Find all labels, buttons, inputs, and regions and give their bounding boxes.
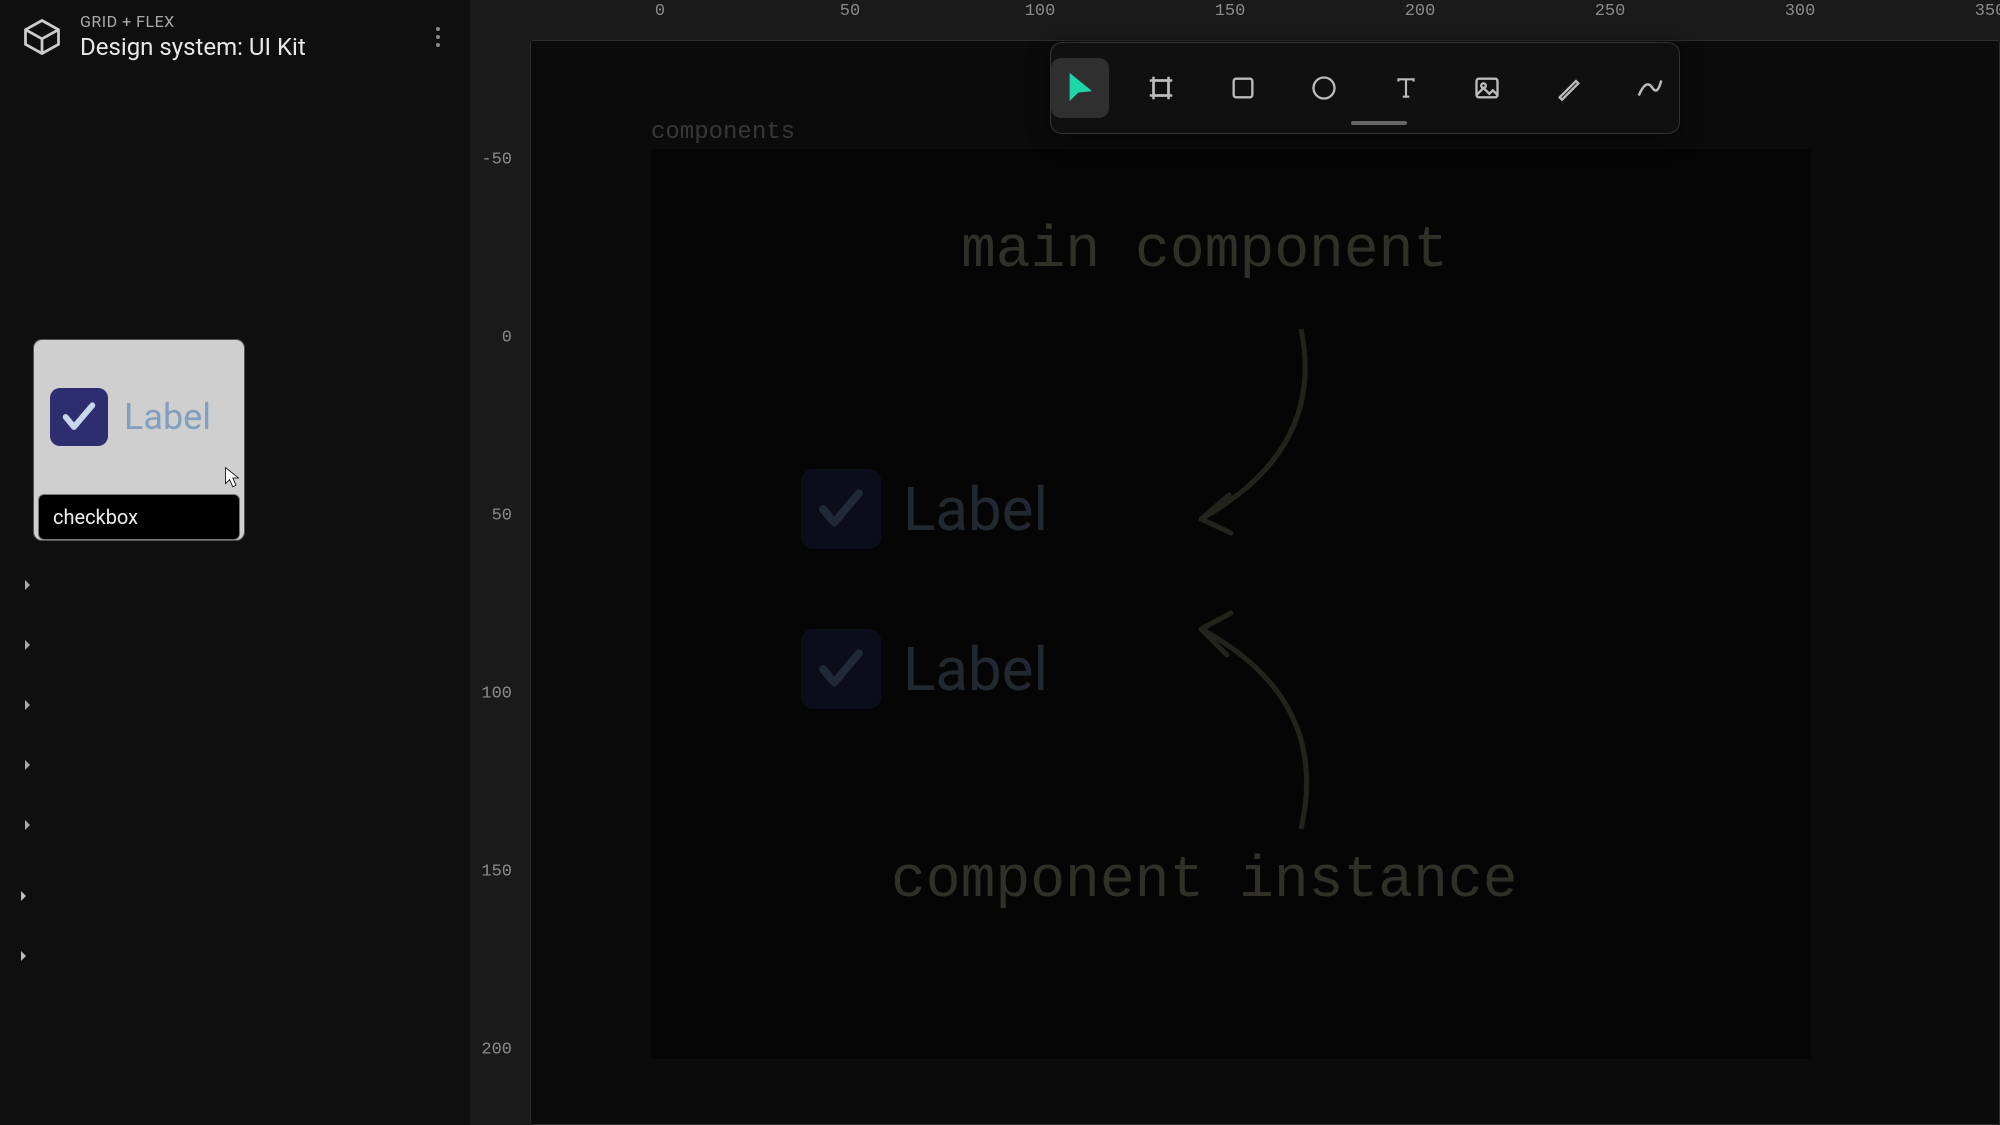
check-icon [814,642,868,696]
ruler-tick: 350 [1975,2,2000,21]
pen-tool[interactable] [1540,58,1598,118]
sample-label: Label [903,474,1048,545]
heading-main-component: main component [961,219,1448,284]
ruler-tick: 200 [481,1041,512,1060]
checkbox-sample-instance[interactable]: Label [801,629,1048,709]
project-titles: GRID + FLEX Design system: UI Kit [80,12,406,61]
canvas[interactable]: components main component component inst… [530,40,2000,1125]
ruler-tick: 150 [481,863,512,882]
card-preview: Label [34,340,244,494]
ruler-tick: 50 [492,507,512,526]
chevron-right-icon [13,817,37,831]
toolbar-drag-handle[interactable] [1351,121,1407,125]
image-tool[interactable] [1459,58,1517,118]
card-preview-label: Label [124,396,211,438]
curved-arrow-icon [1171,609,1331,839]
chevron-right-icon [13,637,37,651]
heading-component-instance: component instance [891,849,1518,914]
text-tool[interactable] [1377,58,1435,118]
check-icon [814,482,868,536]
ruler-horizontal: 0 50 100 150 200 250 300 350 [520,0,2000,30]
checkbox-sample-main[interactable]: Label [801,469,1048,549]
frame[interactable]: main component component instance Label … [651,149,1811,1059]
project-menu-button[interactable] [422,21,454,53]
left-sidebar: GRID + FLEX Design system: UI Kit [0,0,470,1125]
curved-arrow-icon [1171,319,1331,539]
ruler-tick: -50 [481,151,512,170]
curve-tool[interactable] [1622,58,1680,118]
ellipse-tool[interactable] [1296,58,1354,118]
toolbar [1050,42,1680,134]
project-title: Design system: UI Kit [80,33,406,61]
card-caption: checkbox [38,494,240,540]
chevron-right-icon [13,697,37,711]
frame-label[interactable]: components [651,119,795,146]
checkbox-preview-box [50,388,108,446]
move-tool[interactable] [1051,58,1109,118]
project-icon [20,15,64,59]
sample-label: Label [903,634,1048,705]
canvas-area: 0 50 100 150 200 250 300 350 -50 0 50 10… [470,0,2000,1125]
checkbox-box [801,469,881,549]
component-card-checkbox[interactable]: Label checkbox [34,340,244,540]
chevron-right-icon [13,757,37,771]
chevron-right-icon [13,577,37,591]
project-subtitle: GRID + FLEX [80,12,406,31]
rectangle-tool[interactable] [1214,58,1272,118]
frame-tool[interactable] [1133,58,1191,118]
check-icon [59,397,99,437]
ruler-tick: 100 [481,685,512,704]
checkbox-box [801,629,881,709]
ruler-vertical: -50 0 50 100 150 200 [470,30,520,1125]
project-header: GRID + FLEX Design system: UI Kit [0,0,470,73]
ruler-tick: 0 [502,329,512,348]
